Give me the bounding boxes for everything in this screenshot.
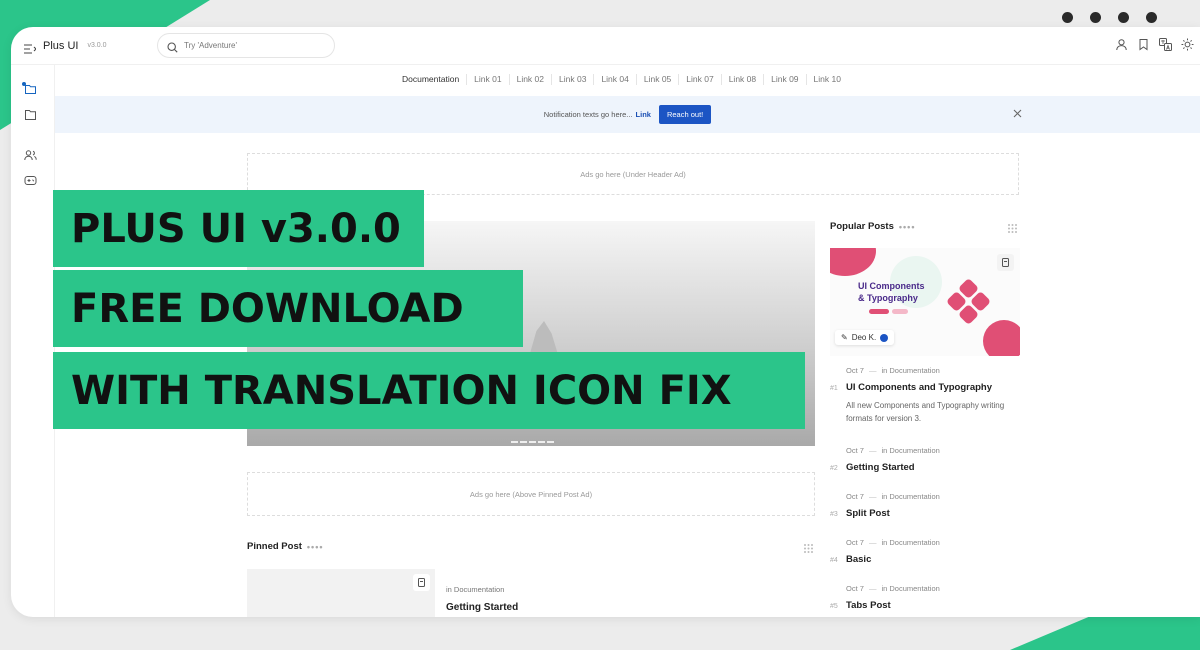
window-dots: [1062, 12, 1157, 23]
author-chip[interactable]: ✎ Deo K.: [835, 330, 895, 345]
bookmark-button[interactable]: [413, 574, 430, 591]
translate-icon[interactable]: [1159, 38, 1172, 51]
nav-link-04[interactable]: Link 04: [594, 74, 637, 85]
brand: Plus UI v3.0.0: [24, 40, 107, 54]
post-meta: Oct 7— in Documentation: [846, 584, 940, 593]
header-tools: [1115, 38, 1194, 51]
post-title[interactable]: Split Post: [846, 508, 890, 519]
post-meta: Oct 7— in Documentation: [846, 366, 940, 375]
slider-dots: [511, 441, 554, 443]
users-icon[interactable]: [24, 149, 37, 162]
author-avatar-icon: ✎: [841, 333, 848, 342]
popular-post-item[interactable]: Oct 7— in Documentation #5 Tabs Post: [830, 584, 1020, 611]
header: Plus UI v3.0.0: [11, 27, 1200, 65]
ad-above-pinned: Ads go here (Above Pinned Post Ad): [247, 472, 815, 516]
popular-posts-title: Popular Posts: [830, 221, 894, 232]
post-title[interactable]: Basic: [846, 554, 871, 565]
window-dot: [1146, 12, 1157, 23]
nav-link-01[interactable]: Link 01: [467, 74, 510, 85]
search-icon: [167, 40, 178, 53]
pinned-post-heading: Pinned Post ••••: [247, 541, 324, 552]
popular-posts-heading: Popular Posts ••••: [830, 221, 915, 232]
verified-icon: [880, 333, 889, 342]
post-title[interactable]: UI Components and Typography: [846, 382, 992, 393]
nav-link-03[interactable]: Link 03: [552, 74, 595, 85]
left-rail: [11, 65, 55, 617]
app-version: v3.0.0: [87, 42, 107, 49]
nav-link-08[interactable]: Link 08: [722, 74, 765, 85]
slider-dot[interactable]: [529, 441, 536, 443]
window-dot: [1090, 12, 1101, 23]
decorative-pill: [869, 309, 889, 314]
post-description: All new Components and Typography writin…: [846, 401, 1005, 423]
banner-line-3: WITH TRANSLATION ICON FIX: [53, 352, 805, 429]
pinned-post-title: Pinned Post: [247, 541, 302, 552]
bookmark-button[interactable]: [997, 254, 1014, 271]
home-icon[interactable]: [24, 82, 37, 95]
top-nav: Documentation Link 01 Link 02 Link 03 Li…: [402, 74, 848, 85]
decorative-pill: [892, 309, 908, 314]
popular-post-image[interactable]: UI Components & Typography ✎ Deo K.: [830, 248, 1020, 356]
notification-text: Notification texts go here...: [543, 110, 633, 119]
reach-out-button[interactable]: Reach out!: [658, 105, 712, 124]
window-dot: [1118, 12, 1129, 23]
post-rank: #3: [830, 511, 838, 518]
slider-dot[interactable]: [520, 441, 527, 443]
ad-under-header: Ads go here (Under Header Ad): [247, 153, 1019, 195]
post-rank: #5: [830, 603, 838, 610]
user-icon[interactable]: [1115, 38, 1128, 51]
nav-link-09[interactable]: Link 09: [764, 74, 807, 85]
menu-icon[interactable]: [24, 41, 37, 54]
post-meta: Oct 7— in Documentation: [846, 538, 940, 547]
nav-link-05[interactable]: Link 05: [637, 74, 680, 85]
grid-icon: [803, 541, 814, 553]
slider-dot[interactable]: [511, 441, 518, 443]
nav-link-07[interactable]: Link 07: [679, 74, 722, 85]
dots-icon: ••••: [306, 541, 324, 552]
slider-dot[interactable]: [538, 441, 545, 443]
search-box[interactable]: [157, 33, 335, 58]
diamonds-graphic: [945, 277, 992, 326]
notification-link[interactable]: Link: [636, 110, 651, 119]
popular-post-item[interactable]: Oct 7— in Documentation #3 Split Post: [830, 492, 1020, 519]
app-name[interactable]: Plus UI: [43, 40, 78, 52]
close-icon[interactable]: [1013, 109, 1022, 118]
grid-icon: [1007, 221, 1018, 233]
banner-line-1: PLUS UI v3.0.0: [53, 190, 424, 267]
nav-link-10[interactable]: Link 10: [807, 74, 848, 85]
slider-dot[interactable]: [547, 441, 554, 443]
window-dot: [1062, 12, 1073, 23]
author-name: Deo K.: [851, 333, 877, 342]
image-title-line: & Typography: [858, 293, 918, 303]
decorative-blob: [830, 248, 876, 276]
gamepad-icon[interactable]: [24, 174, 37, 187]
nav-link-documentation[interactable]: Documentation: [402, 74, 468, 85]
post-title[interactable]: Tabs Post: [846, 600, 891, 611]
image-title: UI Components & Typography: [858, 280, 925, 304]
pinned-post-heading-link[interactable]: Getting Started: [446, 602, 518, 613]
popular-post-item[interactable]: Oct 7— in Documentation #1 UI Components a…: [830, 366, 1020, 425]
theme-toggle-icon[interactable]: [1181, 38, 1194, 51]
post-meta: Oct 7— in Documentation: [846, 446, 940, 455]
bookmark-icon[interactable]: [1137, 38, 1150, 51]
pinned-post-category: in Documentation: [446, 585, 505, 594]
post-meta: Oct 7— in Documentation: [846, 492, 940, 501]
post-title[interactable]: Getting Started: [846, 462, 915, 473]
dots-icon: ••••: [898, 221, 916, 232]
post-rank: #1: [830, 385, 838, 392]
pinned-post-thumbnail[interactable]: [247, 569, 435, 617]
popular-post-item[interactable]: Oct 7— in Documentation #4 Basic: [830, 538, 1020, 565]
nav-link-02[interactable]: Link 02: [510, 74, 553, 85]
popular-post-item[interactable]: Oct 7— in Documentation #2 Getting Started: [830, 446, 1020, 473]
post-rank: #4: [830, 557, 838, 564]
search-input[interactable]: [184, 41, 324, 50]
notification-bar: Notification texts go here... Link Reach…: [55, 96, 1200, 133]
post-rank: #2: [830, 465, 838, 472]
folder-icon[interactable]: [24, 108, 37, 121]
image-title-line: UI Components: [858, 281, 925, 291]
banner-line-2: FREE DOWNLOAD: [53, 270, 523, 347]
